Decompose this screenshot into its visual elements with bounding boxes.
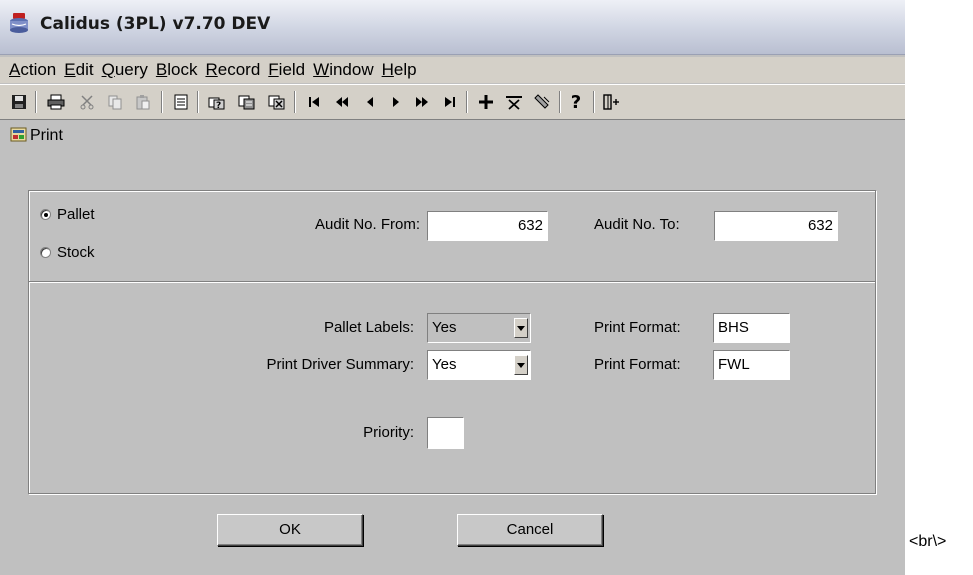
insert-record-icon[interactable]	[475, 90, 497, 114]
copy-icon[interactable]	[104, 90, 126, 114]
pallet-labels-label: Pallet Labels:	[323, 319, 414, 336]
audit-to-label: Audit No. To:	[594, 216, 680, 233]
toolbar-separator	[294, 91, 296, 113]
menu-field[interactable]: Field	[268, 60, 305, 80]
title-bar[interactable]: Calidus (3PL) v7.70 DEV	[0, 0, 905, 55]
oracle-forms-app-icon	[8, 12, 30, 34]
print-format-1-field[interactable]: BHS	[713, 313, 790, 343]
stock-radio[interactable]: Stock	[40, 244, 95, 261]
next-record-icon[interactable]	[385, 90, 407, 114]
menu-bar: Action Edit Query Block Record Field Win…	[0, 57, 905, 83]
pallet-radio-label: Pallet	[57, 206, 95, 223]
print-driver-summary-value: Yes	[432, 356, 457, 373]
toolbar-separator	[559, 91, 561, 113]
application-window: Calidus (3PL) v7.70 DEV Action Edit Quer…	[0, 0, 905, 575]
audit-from-label: Audit No. From:	[314, 216, 420, 233]
chevron-down-icon[interactable]	[514, 355, 528, 375]
cancel-query-icon[interactable]	[266, 90, 288, 114]
last-record-icon[interactable]	[439, 90, 461, 114]
print-form-icon	[10, 125, 28, 147]
toolbar-separator	[593, 91, 595, 113]
svg-text:?: ?	[216, 101, 221, 110]
menu-query[interactable]: Query	[102, 60, 148, 80]
radio-button-checked[interactable]	[40, 209, 51, 220]
priority-label: Priority:	[363, 424, 414, 441]
help-icon[interactable]: ?	[565, 90, 587, 114]
print-icon[interactable]	[45, 90, 67, 114]
pallet-labels-value: Yes	[432, 319, 457, 336]
audit-to-field[interactable]: 632	[714, 211, 838, 241]
print-driver-summary-label: Print Driver Summary:	[266, 356, 414, 373]
execute-query-icon[interactable]	[236, 90, 258, 114]
clear-record-icon[interactable]	[531, 90, 553, 114]
cut-icon[interactable]	[76, 90, 98, 114]
toolbar: ? ?	[0, 84, 905, 120]
menu-action[interactable]: Action	[9, 60, 56, 80]
menu-help[interactable]: Help	[382, 60, 417, 80]
menu-block[interactable]: Block	[156, 60, 198, 80]
cancel-button[interactable]: Cancel	[457, 514, 603, 546]
enter-query-icon[interactable]: ?	[206, 90, 228, 114]
first-record-icon[interactable]	[303, 90, 325, 114]
delete-record-icon[interactable]	[503, 90, 525, 114]
toolbar-separator	[197, 91, 199, 113]
edit-icon[interactable]	[170, 90, 192, 114]
exit-icon[interactable]	[600, 90, 622, 114]
print-driver-summary-select[interactable]: Yes	[427, 350, 531, 380]
radio-button-unchecked[interactable]	[40, 247, 51, 258]
form-title-label: Print	[30, 127, 63, 144]
paste-icon[interactable]	[132, 90, 154, 114]
save-icon[interactable]	[8, 90, 30, 114]
priority-field[interactable]	[427, 417, 464, 449]
next-block-icon[interactable]	[411, 90, 433, 114]
previous-block-icon[interactable]	[331, 90, 353, 114]
menu-window[interactable]: Window	[313, 60, 373, 80]
chevron-down-icon[interactable]	[514, 318, 528, 338]
menu-edit[interactable]: Edit	[64, 60, 93, 80]
form-title: Print	[10, 125, 63, 147]
toolbar-separator	[466, 91, 468, 113]
previous-record-icon[interactable]	[359, 90, 381, 114]
audit-from-field[interactable]: 632	[427, 211, 548, 241]
pallet-labels-select[interactable]: Yes	[427, 313, 531, 343]
pallet-radio[interactable]: Pallet	[40, 206, 95, 223]
print-format-2-label: Print Format:	[594, 356, 681, 373]
stock-radio-label: Stock	[57, 244, 95, 261]
menu-record[interactable]: Record	[205, 60, 260, 80]
print-format-1-label: Print Format:	[594, 319, 681, 336]
stray-br-text: <br\>	[909, 533, 947, 550]
toolbar-separator	[35, 91, 37, 113]
ok-button[interactable]: OK	[217, 514, 363, 546]
toolbar-separator	[161, 91, 163, 113]
window-title: Calidus (3PL) v7.70 DEV	[40, 14, 271, 34]
print-format-2-field[interactable]: FWL	[713, 350, 790, 380]
